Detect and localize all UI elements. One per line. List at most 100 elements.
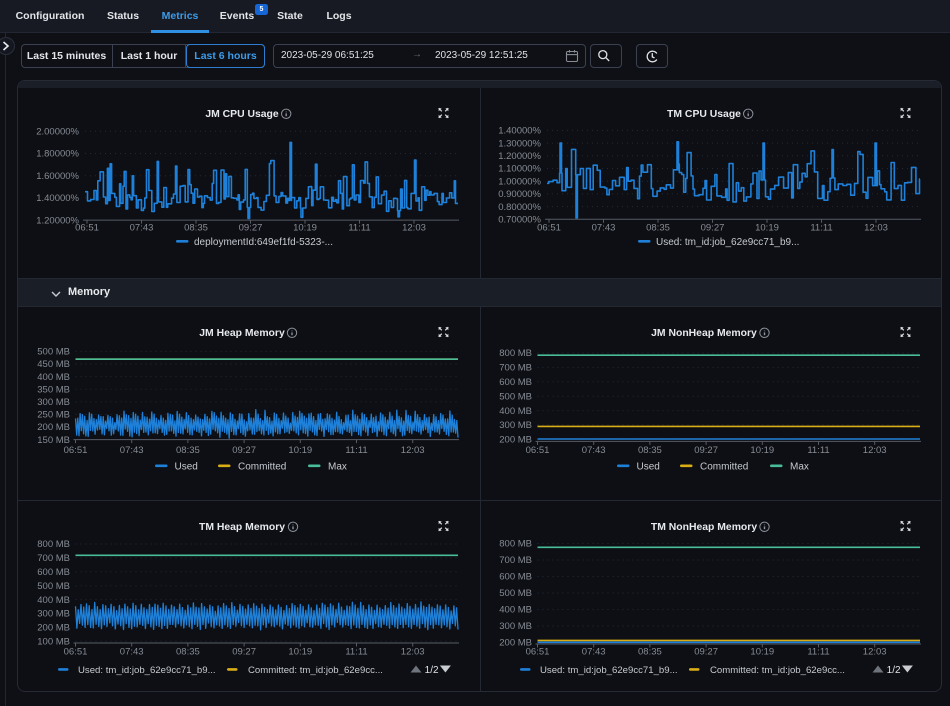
- svg-text:08:35: 08:35: [638, 647, 662, 658]
- svg-text:08:35: 08:35: [638, 445, 662, 456]
- svg-text:1.20000%: 1.20000%: [36, 215, 79, 226]
- svg-text:07:43: 07:43: [120, 647, 144, 658]
- svg-text:800 MB: 800 MB: [499, 539, 532, 550]
- svg-text:1/2: 1/2: [425, 665, 439, 676]
- svg-text:06:51: 06:51: [526, 647, 550, 658]
- svg-text:1.60000%: 1.60000%: [36, 171, 79, 182]
- svg-text:0.80000%: 0.80000%: [498, 202, 541, 213]
- svg-text:08:35: 08:35: [646, 223, 670, 234]
- svg-text:11:11: 11:11: [345, 445, 367, 456]
- svg-text:500 MB: 500 MB: [499, 391, 532, 402]
- svg-text:Used: tm_id:job_62e9cc71_b9...: Used: tm_id:job_62e9cc71_b9...: [540, 665, 678, 676]
- svg-text:300 MB: 300 MB: [37, 397, 70, 408]
- svg-text:1.80000%: 1.80000%: [36, 149, 79, 160]
- svg-text:1.40000%: 1.40000%: [36, 193, 79, 204]
- svg-text:06:51: 06:51: [64, 647, 88, 658]
- svg-text:Max: Max: [328, 461, 347, 472]
- svg-text:Used: Used: [637, 461, 660, 472]
- svg-text:09:27: 09:27: [239, 223, 263, 234]
- svg-text:600 MB: 600 MB: [499, 377, 532, 388]
- svg-text:400 MB: 400 MB: [499, 406, 532, 417]
- svg-text:600 MB: 600 MB: [499, 572, 532, 583]
- svg-text:10:19: 10:19: [755, 223, 779, 234]
- svg-text:350 MB: 350 MB: [37, 384, 70, 395]
- svg-text:2.00000%: 2.00000%: [36, 127, 79, 138]
- svg-text:12:03: 12:03: [402, 223, 426, 234]
- svg-text:12:03: 12:03: [863, 647, 887, 658]
- svg-text:200 MB: 200 MB: [37, 422, 70, 433]
- svg-text:06:51: 06:51: [75, 223, 99, 234]
- svg-text:09:27: 09:27: [694, 647, 718, 658]
- svg-text:08:35: 08:35: [184, 223, 208, 234]
- svg-text:09:27: 09:27: [694, 445, 718, 456]
- svg-text:1.20000%: 1.20000%: [498, 151, 541, 162]
- svg-text:150 MB: 150 MB: [37, 435, 70, 446]
- svg-text:10:19: 10:19: [288, 647, 312, 658]
- svg-text:1/2: 1/2: [887, 665, 901, 676]
- svg-text:10:19: 10:19: [750, 445, 774, 456]
- svg-text:JM CPU Usage: JM CPU Usage: [205, 109, 279, 120]
- svg-text:Committed: tm_id:job_62e9cc...: Committed: tm_id:job_62e9cc...: [248, 665, 383, 676]
- svg-text:07:43: 07:43: [592, 223, 616, 234]
- svg-text:07:43: 07:43: [582, 445, 606, 456]
- svg-text:450 MB: 450 MB: [37, 359, 70, 370]
- svg-text:JM Heap Memory: JM Heap Memory: [199, 328, 285, 339]
- svg-text:08:35: 08:35: [176, 445, 200, 456]
- svg-text:TM Heap Memory: TM Heap Memory: [199, 522, 285, 533]
- svg-text:0.90000%: 0.90000%: [498, 189, 541, 200]
- svg-text:400 MB: 400 MB: [37, 372, 70, 383]
- svg-text:10:19: 10:19: [288, 445, 312, 456]
- svg-text:09:27: 09:27: [701, 223, 725, 234]
- svg-text:TM CPU Usage: TM CPU Usage: [667, 109, 741, 120]
- svg-text:12:03: 12:03: [863, 445, 887, 456]
- svg-text:300 MB: 300 MB: [499, 621, 532, 632]
- svg-text:06:51: 06:51: [64, 445, 88, 456]
- svg-text:700 MB: 700 MB: [499, 555, 532, 566]
- svg-text:Used: tm_id:job_62e9cc71_b9...: Used: tm_id:job_62e9cc71_b9...: [656, 237, 799, 248]
- svg-text:07:43: 07:43: [130, 223, 154, 234]
- svg-text:1.30000%: 1.30000%: [498, 138, 541, 149]
- svg-text:deploymentId:649ef1fd-5323-...: deploymentId:649ef1fd-5323-...: [194, 237, 333, 248]
- svg-text:Committed: Committed: [238, 461, 286, 472]
- svg-text:07:43: 07:43: [120, 445, 144, 456]
- svg-text:09:27: 09:27: [232, 647, 256, 658]
- svg-text:10:19: 10:19: [293, 223, 317, 234]
- svg-text:Committed: tm_id:job_62e9cc...: Committed: tm_id:job_62e9cc...: [710, 665, 845, 676]
- svg-text:09:27: 09:27: [232, 445, 256, 456]
- svg-text:400 MB: 400 MB: [37, 595, 70, 606]
- svg-text:11:11: 11:11: [807, 445, 829, 456]
- svg-text:500 MB: 500 MB: [37, 347, 70, 358]
- svg-text:11:11: 11:11: [345, 647, 367, 658]
- svg-text:Used: Used: [175, 461, 198, 472]
- svg-text:10:19: 10:19: [750, 647, 774, 658]
- svg-text:12:03: 12:03: [864, 223, 888, 234]
- svg-text:200 MB: 200 MB: [499, 435, 532, 446]
- svg-text:Used: tm_id:job_62e9cc71_b9...: Used: tm_id:job_62e9cc71_b9...: [78, 665, 216, 676]
- svg-text:1.00000%: 1.00000%: [498, 176, 541, 187]
- svg-text:12:03: 12:03: [401, 445, 425, 456]
- svg-text:11:11: 11:11: [810, 223, 832, 234]
- svg-text:600 MB: 600 MB: [37, 567, 70, 578]
- svg-text:06:51: 06:51: [537, 223, 561, 234]
- svg-text:800 MB: 800 MB: [37, 539, 70, 550]
- svg-text:300 MB: 300 MB: [37, 609, 70, 620]
- svg-text:250 MB: 250 MB: [37, 410, 70, 421]
- svg-text:JM NonHeap Memory: JM NonHeap Memory: [651, 328, 757, 339]
- svg-text:200 MB: 200 MB: [37, 623, 70, 634]
- svg-text:08:35: 08:35: [176, 647, 200, 658]
- svg-text:1.40000%: 1.40000%: [498, 126, 541, 137]
- svg-text:12:03: 12:03: [401, 647, 425, 658]
- svg-text:TM NonHeap Memory: TM NonHeap Memory: [651, 522, 757, 533]
- svg-text:800 MB: 800 MB: [499, 348, 532, 359]
- svg-text:06:51: 06:51: [526, 445, 550, 456]
- svg-text:11:11: 11:11: [348, 223, 370, 234]
- svg-text:400 MB: 400 MB: [499, 605, 532, 616]
- svg-text:Max: Max: [790, 461, 809, 472]
- svg-text:500 MB: 500 MB: [499, 588, 532, 599]
- svg-text:07:43: 07:43: [582, 647, 606, 658]
- svg-text:11:11: 11:11: [807, 647, 829, 658]
- svg-text:1.10000%: 1.10000%: [498, 164, 541, 175]
- svg-text:700 MB: 700 MB: [37, 553, 70, 564]
- svg-text:700 MB: 700 MB: [499, 363, 532, 374]
- svg-text:500 MB: 500 MB: [37, 581, 70, 592]
